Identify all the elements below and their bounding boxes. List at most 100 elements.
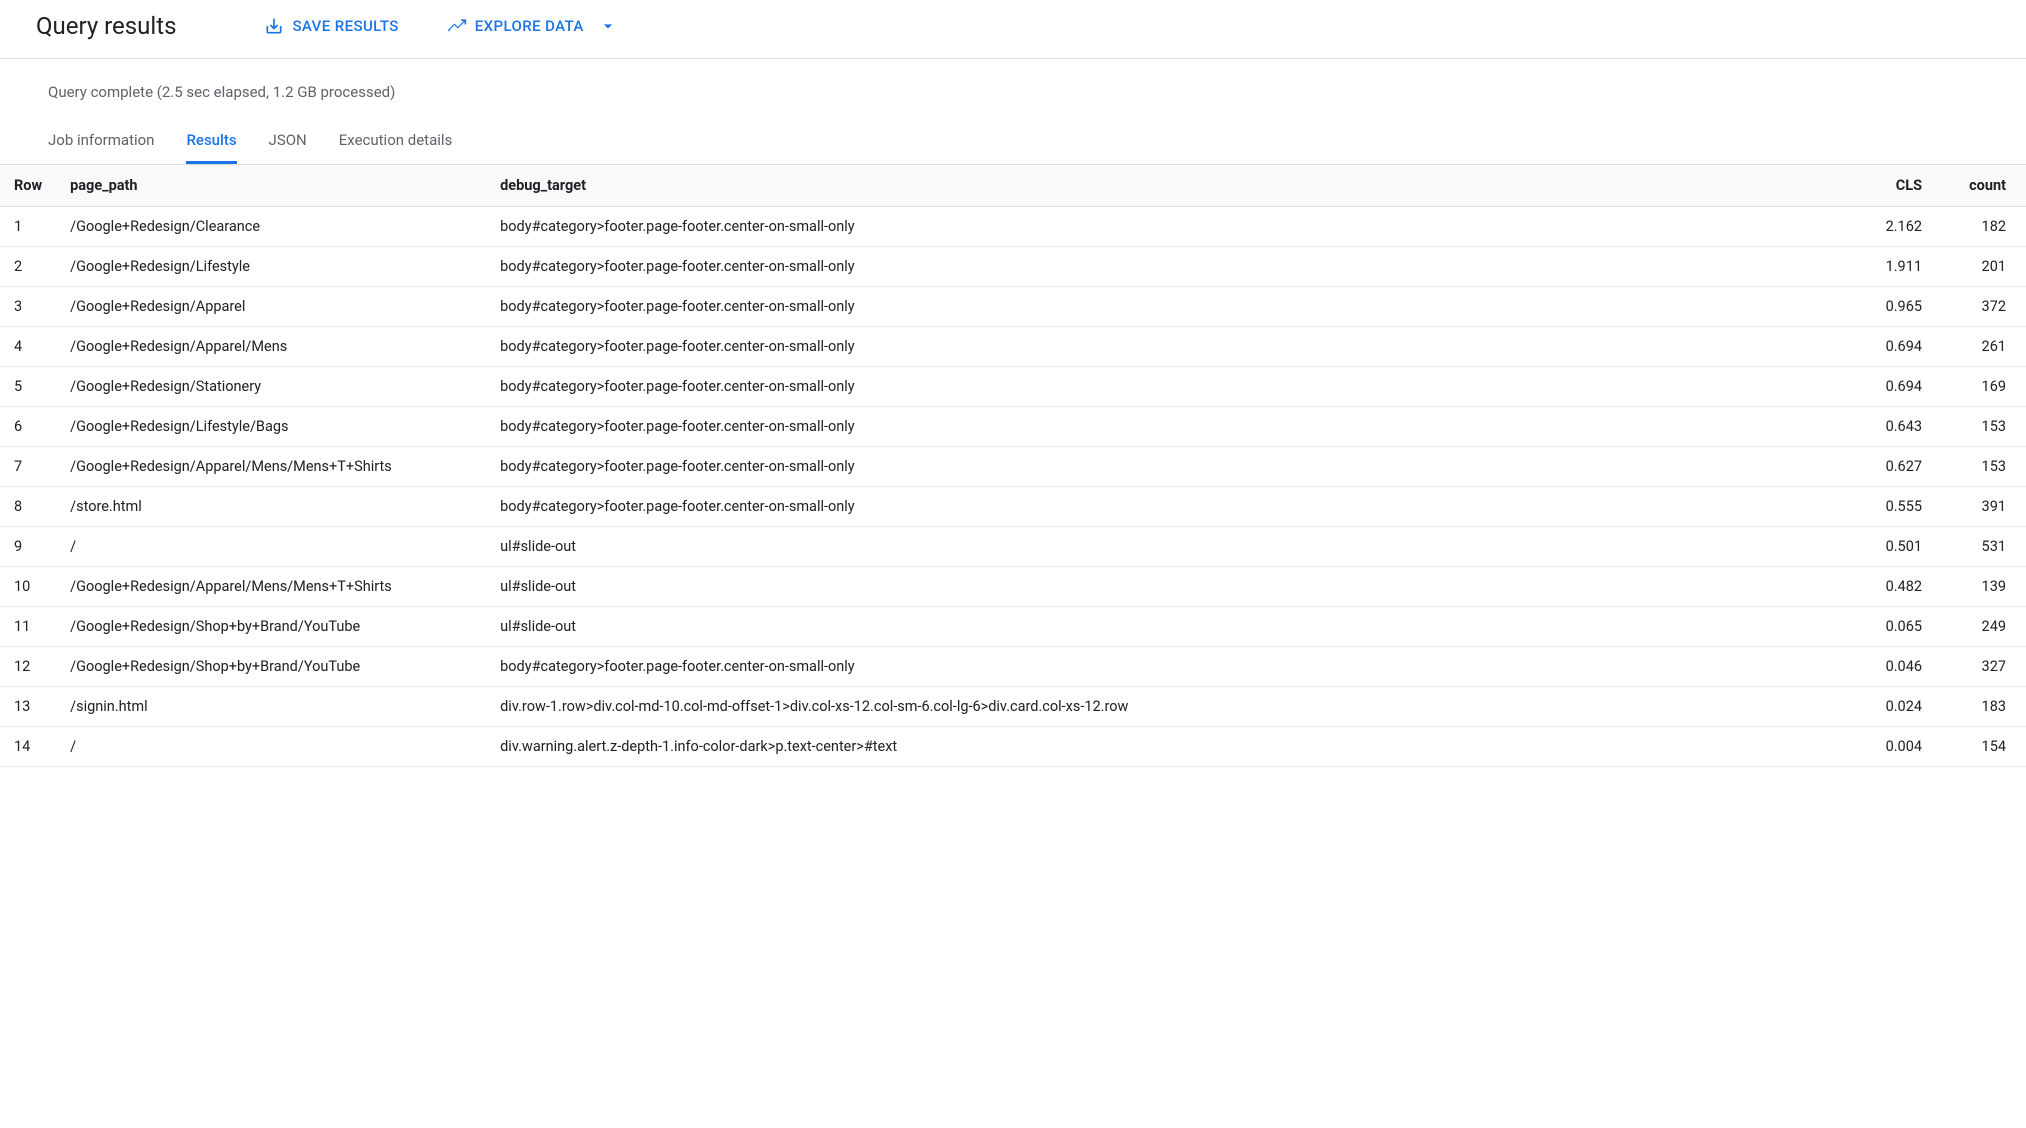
cell-row-number: 7	[0, 447, 56, 487]
cell-row-number: 1	[0, 207, 56, 247]
cell-count: 372	[1936, 287, 2026, 327]
download-icon	[264, 16, 284, 36]
cell-debug-target: body#category>footer.page-footer.center-…	[486, 247, 1846, 287]
cell-cls: 0.627	[1846, 447, 1936, 487]
results-header: Query results SAVE RESULTS EXPLORE DATA	[0, 0, 2026, 59]
cell-count: 531	[1936, 527, 2026, 567]
save-results-button[interactable]: SAVE RESULTS	[264, 16, 398, 36]
cell-debug-target: body#category>footer.page-footer.center-…	[486, 367, 1846, 407]
col-header-debug-target: debug_target	[486, 165, 1846, 207]
status-area: Query complete (2.5 sec elapsed, 1.2 GB …	[0, 59, 2026, 101]
table-row: 8/store.htmlbody#category>footer.page-fo…	[0, 487, 2026, 527]
col-header-count: count	[1936, 165, 2026, 207]
cell-page-path: /store.html	[56, 487, 486, 527]
cell-row-number: 9	[0, 527, 56, 567]
cell-page-path: /Google+Redesign/Lifestyle	[56, 247, 486, 287]
explore-data-button[interactable]: EXPLORE DATA	[447, 16, 618, 36]
cell-cls: 0.004	[1846, 727, 1936, 767]
tab-results[interactable]: Results	[186, 121, 236, 164]
cell-debug-target: body#category>footer.page-footer.center-…	[486, 207, 1846, 247]
cell-cls: 0.024	[1846, 687, 1936, 727]
table-row: 9/ul#slide-out0.501531	[0, 527, 2026, 567]
results-table: Row page_path debug_target CLS count 1/G…	[0, 164, 2026, 767]
cell-page-path: /Google+Redesign/Stationery	[56, 367, 486, 407]
table-row: 2/Google+Redesign/Lifestylebody#category…	[0, 247, 2026, 287]
cell-page-path: /Google+Redesign/Apparel	[56, 287, 486, 327]
cell-row-number: 3	[0, 287, 56, 327]
cell-count: 249	[1936, 607, 2026, 647]
table-header-row: Row page_path debug_target CLS count	[0, 165, 2026, 207]
cell-cls: 0.694	[1846, 327, 1936, 367]
cell-cls: 0.482	[1846, 567, 1936, 607]
cell-row-number: 8	[0, 487, 56, 527]
cell-debug-target: ul#slide-out	[486, 567, 1846, 607]
table-row: 12/Google+Redesign/Shop+by+Brand/YouTube…	[0, 647, 2026, 687]
table-row: 13/signin.htmldiv.row-1.row>div.col-md-1…	[0, 687, 2026, 727]
cell-cls: 0.555	[1846, 487, 1936, 527]
query-status-text: Query complete (2.5 sec elapsed, 1.2 GB …	[48, 83, 1978, 101]
cell-row-number: 5	[0, 367, 56, 407]
cell-debug-target: body#category>footer.page-footer.center-…	[486, 447, 1846, 487]
col-header-cls: CLS	[1846, 165, 1936, 207]
cell-page-path: /signin.html	[56, 687, 486, 727]
cell-count: 201	[1936, 247, 2026, 287]
cell-page-path: /Google+Redesign/Lifestyle/Bags	[56, 407, 486, 447]
col-header-row: Row	[0, 165, 56, 207]
cell-cls: 0.065	[1846, 607, 1936, 647]
cell-count: 261	[1936, 327, 2026, 367]
cell-cls: 0.046	[1846, 647, 1936, 687]
cell-count: 153	[1936, 407, 2026, 447]
cell-page-path: /	[56, 727, 486, 767]
cell-debug-target: ul#slide-out	[486, 607, 1846, 647]
table-row: 10/Google+Redesign/Apparel/Mens/Mens+T+S…	[0, 567, 2026, 607]
cell-count: 182	[1936, 207, 2026, 247]
cell-debug-target: body#category>footer.page-footer.center-…	[486, 287, 1846, 327]
result-tabs: Job information Results JSON Execution d…	[0, 121, 2026, 164]
cell-page-path: /Google+Redesign/Apparel/Mens/Mens+T+Shi…	[56, 567, 486, 607]
table-row: 5/Google+Redesign/Stationerybody#categor…	[0, 367, 2026, 407]
table-row: 1/Google+Redesign/Clearancebody#category…	[0, 207, 2026, 247]
cell-row-number: 14	[0, 727, 56, 767]
cell-page-path: /Google+Redesign/Shop+by+Brand/YouTube	[56, 647, 486, 687]
cell-count: 183	[1936, 687, 2026, 727]
tab-json[interactable]: JSON	[269, 121, 307, 164]
cell-cls: 0.643	[1846, 407, 1936, 447]
cell-debug-target: body#category>footer.page-footer.center-…	[486, 327, 1846, 367]
cell-count: 169	[1936, 367, 2026, 407]
cell-page-path: /Google+Redesign/Clearance	[56, 207, 486, 247]
cell-count: 139	[1936, 567, 2026, 607]
table-row: 11/Google+Redesign/Shop+by+Brand/YouTube…	[0, 607, 2026, 647]
cell-count: 327	[1936, 647, 2026, 687]
tab-job-information[interactable]: Job information	[48, 121, 154, 164]
cell-cls: 2.162	[1846, 207, 1936, 247]
table-row: 4/Google+Redesign/Apparel/Mensbody#categ…	[0, 327, 2026, 367]
table-row: 7/Google+Redesign/Apparel/Mens/Mens+T+Sh…	[0, 447, 2026, 487]
cell-count: 154	[1936, 727, 2026, 767]
cell-cls: 0.501	[1846, 527, 1936, 567]
explore-data-label: EXPLORE DATA	[475, 17, 584, 35]
cell-row-number: 2	[0, 247, 56, 287]
col-header-page-path: page_path	[56, 165, 486, 207]
tab-execution-details[interactable]: Execution details	[339, 121, 453, 164]
cell-debug-target: body#category>footer.page-footer.center-…	[486, 487, 1846, 527]
cell-debug-target: body#category>footer.page-footer.center-…	[486, 647, 1846, 687]
cell-row-number: 12	[0, 647, 56, 687]
cell-row-number: 13	[0, 687, 56, 727]
cell-page-path: /Google+Redesign/Shop+by+Brand/YouTube	[56, 607, 486, 647]
cell-cls: 0.694	[1846, 367, 1936, 407]
chart-icon	[447, 16, 467, 36]
cell-row-number: 11	[0, 607, 56, 647]
table-row: 14/div.warning.alert.z-depth-1.info-colo…	[0, 727, 2026, 767]
cell-debug-target: div.row-1.row>div.col-md-10.col-md-offse…	[486, 687, 1846, 727]
table-row: 3/Google+Redesign/Apparelbody#category>f…	[0, 287, 2026, 327]
page-title: Query results	[36, 12, 176, 40]
cell-page-path: /Google+Redesign/Apparel/Mens	[56, 327, 486, 367]
cell-debug-target: body#category>footer.page-footer.center-…	[486, 407, 1846, 447]
cell-debug-target: ul#slide-out	[486, 527, 1846, 567]
save-results-label: SAVE RESULTS	[292, 17, 398, 35]
cell-cls: 0.965	[1846, 287, 1936, 327]
cell-row-number: 10	[0, 567, 56, 607]
table-row: 6/Google+Redesign/Lifestyle/Bagsbody#cat…	[0, 407, 2026, 447]
cell-count: 391	[1936, 487, 2026, 527]
cell-row-number: 4	[0, 327, 56, 367]
